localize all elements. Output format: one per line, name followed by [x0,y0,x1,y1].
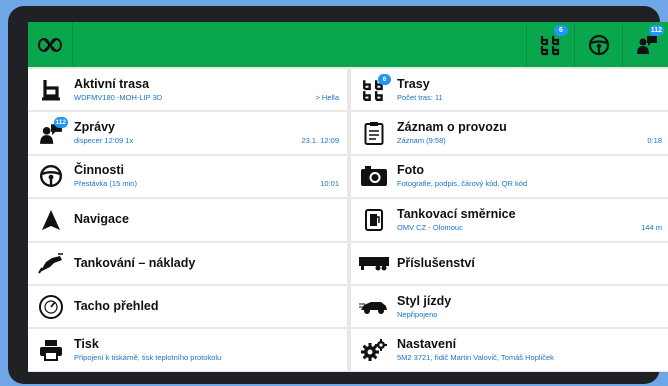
tile-title: Nastavení [397,337,457,352]
tile-title: Příslušenství [397,255,475,270]
topbar-messages-button[interactable]: 112 [622,22,668,67]
tile-title: Tankovací směrnice [397,206,516,221]
fuel-station-icon [365,208,383,231]
routes-badge: 6 [378,74,391,85]
tile-title: Tankování – náklady [74,255,196,270]
messages-icon [636,35,657,54]
tile-subtitle: dispecer 12:09 1x [74,136,134,146]
routes-badge: 6 [554,25,568,36]
navigation-arrow-icon [42,209,60,230]
tile-settings[interactable]: Nastavení 5M2 3721, řidič Martin Valovič… [351,329,668,371]
tile-activities[interactable]: Činnosti Přestávka (15 min) 10:01 [28,155,347,198]
tile-subtitle: Fotografie, podpis, čárový kód, QR kód [397,179,528,189]
tile-title: Navigace [74,212,129,227]
tile-title: Trasy [397,76,430,91]
tile-subtitle: Připojení k tiskárně, tisk teplotního pr… [74,353,222,363]
menu-column-right: 6 Trasy Počet tras: 11 Záznam o provozu … [351,69,668,372]
tile-navigation[interactable]: Navigace [28,199,347,241]
car-icon [359,301,387,314]
tile-value: 10:01 [320,179,339,189]
tile-routes[interactable]: 6 Trasy Počet tras: 11 [351,69,668,111]
tile-title: Aktivní trasa [74,76,150,91]
tile-tacho-overview[interactable]: Tacho přehled [28,285,347,328]
topbar-spacer [72,22,526,67]
top-bar: 6 112 [28,22,668,67]
tile-messages[interactable]: 112 Zprávy dispecer 12:09 1x 23.1. 12:09 [28,112,347,154]
tile-accessories[interactable]: Příslušenství [351,242,668,284]
tile-subtitle: Nepřipojeno [397,309,438,319]
steering-wheel-icon [588,34,609,55]
tile-subtitle: Počet tras: 11 [397,92,443,102]
camera-icon [361,166,387,187]
steering-wheel-icon [39,165,63,188]
app-screen: 6 112 Aktivní trasa WDFMV180 -MOH-LIP 3D… [28,22,668,372]
tile-title: Činnosti [74,163,124,178]
logbook-icon [364,122,384,146]
tile-fueling-costs[interactable]: Tankování – náklady [28,242,347,284]
tile-value: 0:18 [647,136,662,146]
tile-value: 144 m [641,222,662,232]
network-logo-icon[interactable] [28,22,72,67]
tile-print[interactable]: Tisk Připojení k tiskárně, tisk teplotní… [28,329,347,371]
tile-title: Tacho přehled [74,299,159,314]
topbar-activities-button[interactable] [574,22,622,67]
messages-badge: 112 [648,25,664,36]
printer-icon [40,340,62,362]
tile-active-route[interactable]: Aktivní trasa WDFMV180 -MOH-LIP 3D > Hell… [28,69,347,111]
tile-driving-style[interactable]: Styl jízdy Nepřipojeno [351,285,668,328]
messages-badge: 112 [53,117,68,129]
tile-subtitle: Přestávka (15 min) [74,179,137,189]
tile-fueling-guide[interactable]: Tankovací směrnice OMV CZ - Olomouc 144 m [351,199,668,241]
tile-subtitle: WDFMV180 -MOH-LIP 3D [74,92,163,102]
tile-value: 23.1. 12:09 [301,136,339,146]
tile-subtitle: OMV CZ - Olomouc [397,222,463,232]
settings-gears-icon [361,339,387,362]
tile-title: Foto [397,163,425,178]
menu-column-left: Aktivní trasa WDFMV180 -MOH-LIP 3D > Hell… [28,69,347,372]
tachograph-icon [39,294,63,319]
tile-title: Tisk [74,337,99,352]
topbar-routes-button[interactable]: 6 [526,22,574,67]
routes-icon [540,35,559,55]
tile-title: Záznam o provozu [397,120,507,135]
trailer-icon [359,257,389,271]
tile-title: Styl jízdy [397,293,452,308]
tile-subtitle: Záznam (9:58) [397,136,446,146]
tile-title: Zprávy [74,120,115,135]
active-route-icon [42,79,60,101]
tile-subtitle: 5M2 3721, řidič Martin Valovič, Tomáš Ho… [397,353,554,363]
tile-operation-log[interactable]: Záznam o provozu Záznam (9:58) 0:18 [351,112,668,154]
menu-grid: Aktivní trasa WDFMV180 -MOH-LIP 3D > Hell… [28,69,668,372]
tile-value: > Hella [315,92,339,102]
tile-photo[interactable]: Foto Fotografie, podpis, čárový kód, QR … [351,155,668,198]
fuel-nozzle-icon [38,253,63,274]
